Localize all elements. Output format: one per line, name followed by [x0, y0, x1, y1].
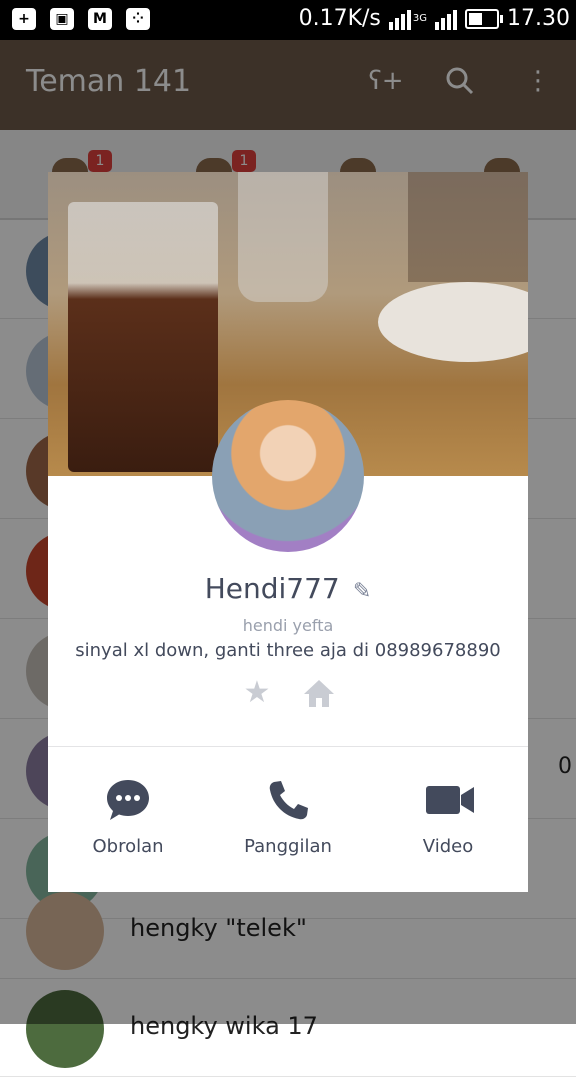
network-type-label: 3G: [412, 13, 428, 24]
status-indicators: 0.17K/s 3G 17.30: [299, 6, 570, 31]
network-speed: 0.17K/s: [298, 6, 381, 31]
profile-quick-icons: ★: [240, 676, 336, 710]
divider: [48, 746, 528, 747]
chat-label: Obrolan: [92, 836, 164, 857]
chat-bubble-icon: [104, 778, 152, 822]
video-call-button[interactable]: Video: [388, 778, 508, 857]
cover-shade: [408, 172, 528, 282]
profile-card: Hendi777 ✎ hendi yefta sinyal xl down, g…: [48, 172, 528, 892]
profile-name-row: Hendi777 ✎: [48, 572, 528, 605]
bbm-icon: ⁘: [126, 8, 150, 30]
signal-2-icon: [435, 8, 458, 30]
battery-icon: [465, 8, 504, 29]
usb-icon: +: [12, 8, 36, 30]
star-icon[interactable]: ★: [240, 676, 274, 710]
profile-avatar[interactable]: [212, 400, 364, 552]
signal-icon: [388, 8, 411, 30]
status-message: sinyal xl down, ganti three aja di 08989…: [75, 640, 501, 661]
gmail-icon: M: [88, 8, 112, 30]
video-camera-icon: [424, 778, 474, 822]
chat-button[interactable]: Obrolan: [68, 778, 188, 857]
plate-image: [378, 282, 528, 362]
video-label: Video: [422, 836, 474, 857]
home-icon[interactable]: [302, 676, 336, 710]
call-label: Panggilan: [244, 836, 332, 857]
status-bar: + ▣ M ⁘ 0.17K/s 3G 17.30: [0, 0, 576, 40]
clock: 17.30: [507, 6, 570, 31]
profile-name: Hendi777: [204, 572, 340, 605]
edit-pencil-icon[interactable]: ✎: [353, 579, 371, 604]
bottle-image: [238, 172, 328, 302]
image-icon: ▣: [50, 8, 74, 30]
call-button[interactable]: Panggilan: [228, 778, 348, 857]
notification-icons: + ▣ M ⁘: [12, 8, 150, 30]
profile-subname: hendi yefta: [242, 616, 334, 635]
drink-glass-image: [68, 202, 218, 472]
phone-icon: [264, 778, 312, 822]
